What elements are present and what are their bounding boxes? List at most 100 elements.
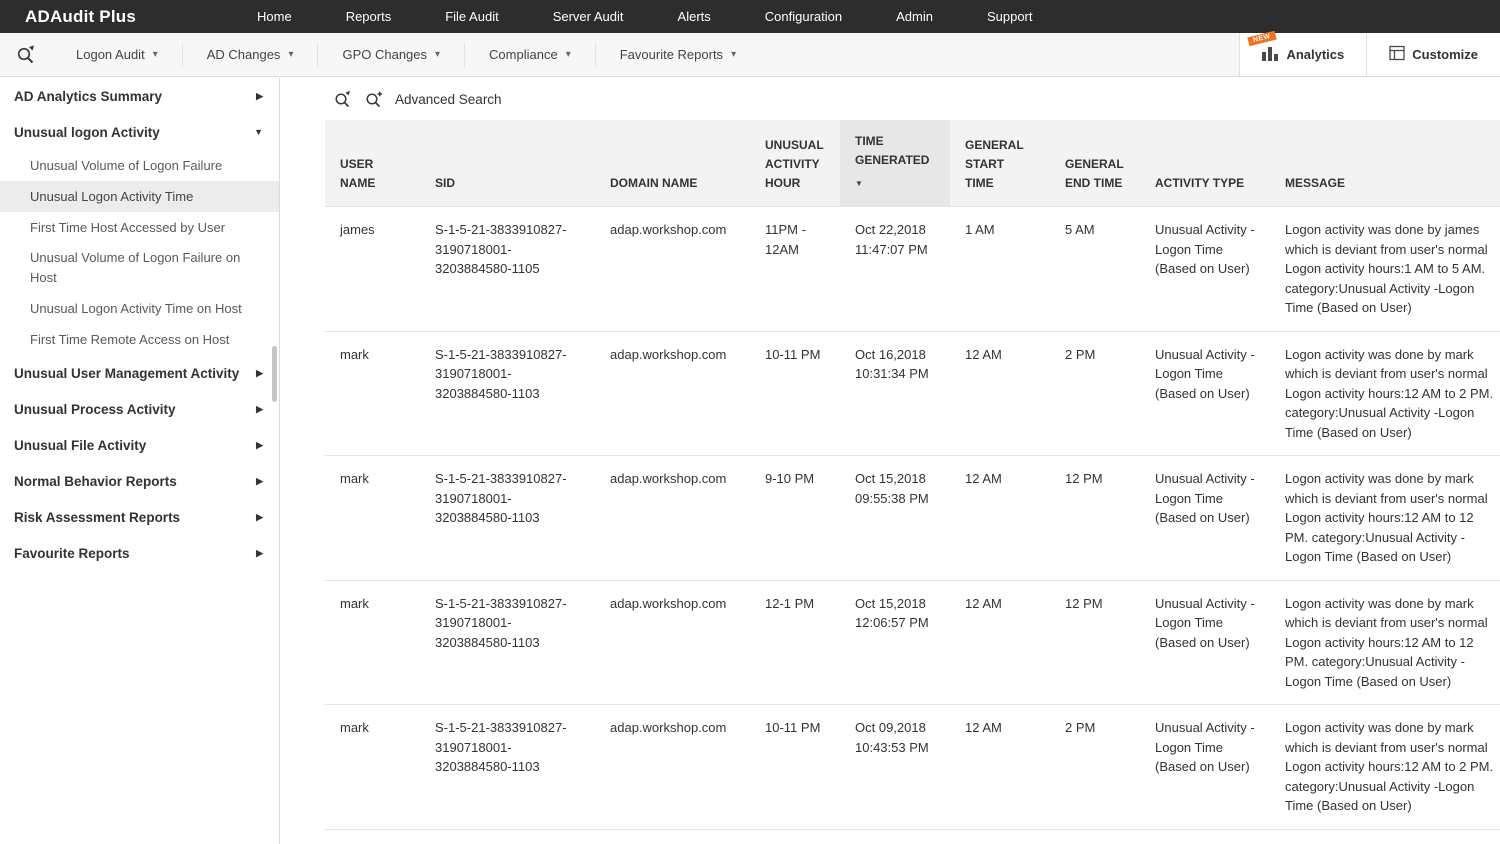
column-header-general-end-time[interactable]: GENERAL END TIME [1050,120,1140,207]
chevron-right-icon: ▶ [256,368,263,379]
cell-user-name: mark [325,456,420,581]
cell-user-name: james [325,207,420,332]
nav-item-support[interactable]: Support [960,0,1060,33]
cell-domain-name: adap.workshop.com [595,331,750,456]
search-icon[interactable] [333,90,352,109]
column-header-user-name[interactable]: USER NAME [325,120,420,207]
cell-message: Logon activity was done by james which i… [1270,207,1500,332]
cell-message: Logon activity was done by mark which is… [1270,580,1500,705]
table-row: mark S-1-5-21-3833910827-3190718001-3203… [325,456,1500,581]
sidebar-item-unusual-volume-of-logon-failure[interactable]: Unusual Volume of Logon Failure [0,150,279,181]
sidebar-section-risk-assessment-reports[interactable]: Risk Assessment Reports ▶ [0,499,279,535]
column-header-message[interactable]: MESSAGE [1270,120,1500,207]
menu-favourite-reports[interactable]: Favourite Reports ▾ [595,43,760,67]
nav-item-reports[interactable]: Reports [319,0,419,33]
cell-general-start-time: 12 AM [950,331,1050,456]
sidebar-scrollbar[interactable] [272,346,277,402]
customize-icon [1389,45,1405,64]
top-navbar: ADAudit Plus Home Reports File Audit Ser… [0,0,1500,33]
cell-general-end-time: 2 PM [1050,331,1140,456]
cell-domain-name: adap.workshop.com [595,456,750,581]
cell-message: Logon activity was done by mark which is… [1270,829,1500,844]
menu-gpo-changes[interactable]: GPO Changes ▾ [317,43,464,67]
sidebar-item-first-time-host-accessed-by-user[interactable]: First Time Host Accessed by User [0,212,279,243]
cell-user-name: mark [325,705,420,830]
report-search-icon[interactable] [0,44,52,66]
chevron-down-icon: ▾ [566,49,571,60]
sidebar-section-label: Unusual User Management Activity [14,366,239,381]
column-header-activity-type[interactable]: ACTIVITY TYPE [1140,120,1270,207]
chevron-down-icon: ▾ [731,49,736,60]
cell-general-start-time: 12 AM [950,705,1050,830]
nav-item-alerts[interactable]: Alerts [651,0,738,33]
cell-time-generated: Oct 22,2018 11:47:07 PM [840,207,950,332]
sidebar-section-unusual-process-activity[interactable]: Unusual Process Activity ▶ [0,391,279,427]
sidebar-section-label: Favourite Reports [14,546,130,561]
sidebar-section-label: Normal Behavior Reports [14,474,177,489]
table-row: mark S-1-5-21-3833910827-3190718001-3203… [325,331,1500,456]
chevron-right-icon: ▶ [256,91,263,102]
sidebar-section-favourite-reports[interactable]: Favourite Reports ▶ [0,535,279,571]
reports-sidebar: AD Analytics Summary ▶ Unusual logon Act… [0,78,280,844]
cell-sid: S-1-5-21-3833910827-3190718001-320388458… [420,705,595,830]
cell-activity-type: Unusual Activity -Logon Time (Based on U… [1140,456,1270,581]
cell-user-name: mark [325,829,420,844]
cell-message: Logon activity was done by mark which is… [1270,705,1500,830]
advanced-search-icon[interactable] [364,90,383,109]
sidebar-item-unusual-volume-of-logon-failure-on-host[interactable]: Unusual Volume of Logon Failure on Host [0,243,279,293]
cell-domain-name: adap.workshop.com [595,829,750,844]
cell-activity-type: Unusual Activity -Logon Time (Based on U… [1140,705,1270,830]
cell-unusual-activity-hour: 9-10 PM [750,829,840,844]
sidebar-section-ad-analytics-summary[interactable]: AD Analytics Summary ▶ [0,78,279,114]
chevron-right-icon: ▶ [256,548,263,559]
cell-message: Logon activity was done by mark which is… [1270,456,1500,581]
chevron-right-icon: ▶ [256,404,263,415]
customize-button[interactable]: Customize [1366,33,1500,76]
column-header-general-start-time[interactable]: GENERAL START TIME [950,120,1050,207]
column-header-domain-name[interactable]: DOMAIN NAME [595,120,750,207]
chevron-right-icon: ▶ [256,476,263,487]
column-header-sid[interactable]: SID [420,120,595,207]
sidebar-item-unusual-logon-activity-time[interactable]: Unusual Logon Activity Time [0,181,279,212]
cell-domain-name: adap.workshop.com [595,207,750,332]
cell-time-generated: Oct 15,2018 12:06:57 PM [840,580,950,705]
sidebar-section-label: Risk Assessment Reports [14,510,180,525]
cell-sid: S-1-5-21-3833910827-3190718001-320388458… [420,580,595,705]
cell-general-end-time: 2 PM [1050,705,1140,830]
cell-activity-type: Unusual Activity -Logon Time (Based on U… [1140,207,1270,332]
chevron-down-icon: ▾ [288,49,293,60]
analytics-button[interactable]: NEW Analytics [1239,33,1366,76]
nav-item-configuration[interactable]: Configuration [738,0,869,33]
menu-compliance[interactable]: Compliance ▾ [464,43,595,67]
nav-item-file-audit[interactable]: File Audit [418,0,525,33]
nav-item-admin[interactable]: Admin [869,0,960,33]
cell-unusual-activity-hour: 10-11 PM [750,331,840,456]
sidebar-item-unusual-logon-activity-time-on-host[interactable]: Unusual Logon Activity Time on Host [0,293,279,324]
sidebar-section-unusual-user-management-activity[interactable]: Unusual User Management Activity ▶ [0,355,279,391]
column-header-unusual-activity-hour[interactable]: UNUSUAL ACTIVITY HOUR [750,120,840,207]
advanced-search-label[interactable]: Advanced Search [395,92,502,107]
nav-item-home[interactable]: Home [230,0,319,33]
cell-activity-type: Unusual Activity -Logon Time (Based on U… [1140,580,1270,705]
app-logo[interactable]: ADAudit Plus [0,7,230,27]
sidebar-section-unusual-logon-activity[interactable]: Unusual logon Activity ▼ [0,114,279,150]
cell-unusual-activity-hour: 11PM - 12AM [750,207,840,332]
table-row: mark S-1-5-21-3833910827-3190718001-3203… [325,705,1500,830]
table-header-row: USER NAME SID DOMAIN NAME UNUSUAL ACTIVI… [325,120,1500,207]
cell-general-start-time: 12 AM [950,829,1050,844]
sort-descending-icon[interactable]: ▼ [855,174,935,193]
toolbar-right-group: NEW Analytics Customize [1239,33,1500,76]
cell-message: Logon activity was done by mark which is… [1270,331,1500,456]
menu-logon-audit[interactable]: Logon Audit ▾ [52,43,182,67]
chevron-right-icon: ▶ [256,440,263,451]
chevron-down-icon: ▾ [435,49,440,60]
sidebar-section-unusual-file-activity[interactable]: Unusual File Activity ▶ [0,427,279,463]
column-header-time-generated[interactable]: TIME GENERATED ▼ [840,120,950,207]
nav-item-server-audit[interactable]: Server Audit [526,0,651,33]
sidebar-item-first-time-remote-access-on-host[interactable]: First Time Remote Access on Host [0,324,279,355]
sidebar-section-normal-behavior-reports[interactable]: Normal Behavior Reports ▶ [0,463,279,499]
customize-label: Customize [1412,47,1478,62]
cell-unusual-activity-hour: 9-10 PM [750,456,840,581]
cell-sid: S-1-5-21-3833910827-3190718001-320388458… [420,829,595,844]
menu-ad-changes[interactable]: AD Changes ▾ [182,43,318,67]
